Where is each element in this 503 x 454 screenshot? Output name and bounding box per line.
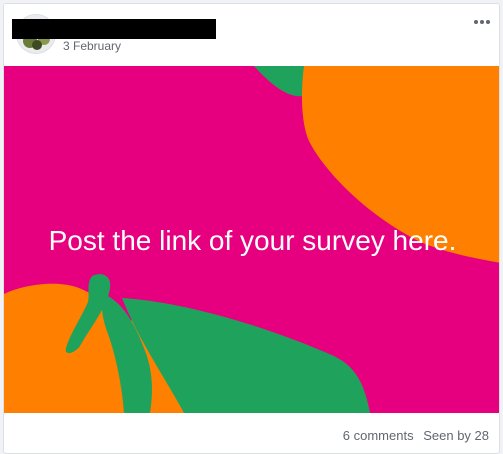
comments-count-link[interactable]: 6 comments: [343, 428, 414, 443]
image-caption: Post the link of your survey here.: [48, 225, 457, 256]
post-image[interactable]: Post the link of your survey here.: [4, 66, 499, 413]
more-options-icon: [474, 20, 490, 24]
author-name-redacted: [12, 19, 216, 39]
post-date[interactable]: 3 February: [63, 38, 121, 54]
seen-by-count[interactable]: Seen by 28: [423, 428, 489, 443]
post-card: 3 February Post the link of your survey …: [3, 3, 500, 454]
post-stats: 6 comments Seen by 28: [337, 428, 489, 444]
post-header: 3 February: [4, 4, 499, 66]
post-footer: 6 comments Seen by 28: [4, 413, 499, 453]
more-options-button[interactable]: [471, 14, 493, 30]
